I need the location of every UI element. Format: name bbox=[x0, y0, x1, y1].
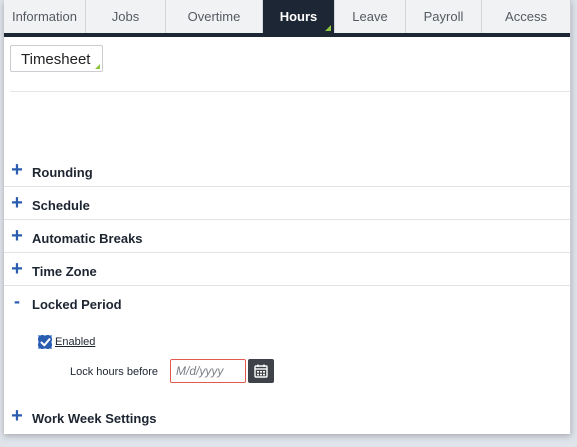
section-work-week-settings[interactable]: + Work Week Settings bbox=[4, 401, 570, 433]
section-time-zone[interactable]: + Time Zone bbox=[4, 254, 570, 286]
section-schedule[interactable]: + Schedule bbox=[4, 188, 570, 220]
section-label: Rounding bbox=[32, 165, 93, 180]
tab-information[interactable]: Information bbox=[4, 0, 86, 33]
section-label: Schedule bbox=[32, 198, 90, 213]
calendar-icon bbox=[254, 364, 268, 378]
tab-jobs[interactable]: Jobs bbox=[86, 0, 166, 33]
section-automatic-breaks[interactable]: + Automatic Breaks bbox=[4, 221, 570, 253]
tab-access[interactable]: Access bbox=[482, 0, 570, 33]
tab-label: Hours bbox=[279, 9, 318, 24]
enabled-checkbox-row[interactable]: Enabled bbox=[38, 334, 95, 350]
section-label: Work Week Settings bbox=[32, 411, 157, 426]
employee-settings-panel: Information Jobs Overtime Hours Leave Pa… bbox=[4, 0, 571, 434]
tab-label: Access bbox=[505, 9, 547, 24]
tab-overtime[interactable]: Overtime bbox=[166, 0, 263, 33]
enabled-label[interactable]: Enabled bbox=[55, 336, 95, 348]
section-label: Locked Period bbox=[32, 297, 122, 312]
expand-icon: + bbox=[11, 225, 23, 247]
tab-label: Leave bbox=[352, 9, 388, 24]
tab-leave[interactable]: Leave bbox=[335, 0, 406, 33]
subtab-marker bbox=[95, 64, 100, 69]
expand-icon: + bbox=[11, 258, 23, 280]
tab-label: Overtime bbox=[187, 9, 241, 24]
lock-date-input[interactable] bbox=[170, 359, 246, 383]
enabled-checkbox[interactable] bbox=[38, 335, 52, 349]
lock-hours-before-label: Lock hours before bbox=[70, 366, 159, 378]
expand-icon: + bbox=[11, 159, 23, 181]
section-rounding[interactable]: + Rounding bbox=[4, 155, 570, 187]
calendar-button[interactable] bbox=[248, 359, 274, 383]
divider bbox=[10, 91, 570, 92]
tab-label: Jobs bbox=[111, 9, 140, 24]
expand-icon: + bbox=[11, 405, 23, 427]
active-tab-marker bbox=[325, 25, 331, 31]
subtab-timesheet[interactable]: Timesheet bbox=[10, 45, 103, 72]
section-label: Time Zone bbox=[32, 264, 97, 279]
collapse-icon: - bbox=[14, 291, 20, 311]
tab-label: Payroll bbox=[423, 9, 464, 24]
expand-icon: + bbox=[11, 192, 23, 214]
tab-hours[interactable]: Hours bbox=[263, 0, 335, 33]
section-label: Automatic Breaks bbox=[32, 231, 143, 246]
subtab-label: Timesheet bbox=[21, 51, 91, 68]
top-tab-bar: Information Jobs Overtime Hours Leave Pa… bbox=[4, 0, 570, 37]
checkmark-icon bbox=[40, 338, 51, 347]
tab-label: Information bbox=[11, 9, 78, 24]
section-locked-period[interactable]: - Locked Period bbox=[4, 287, 570, 319]
tab-payroll[interactable]: Payroll bbox=[406, 0, 482, 33]
